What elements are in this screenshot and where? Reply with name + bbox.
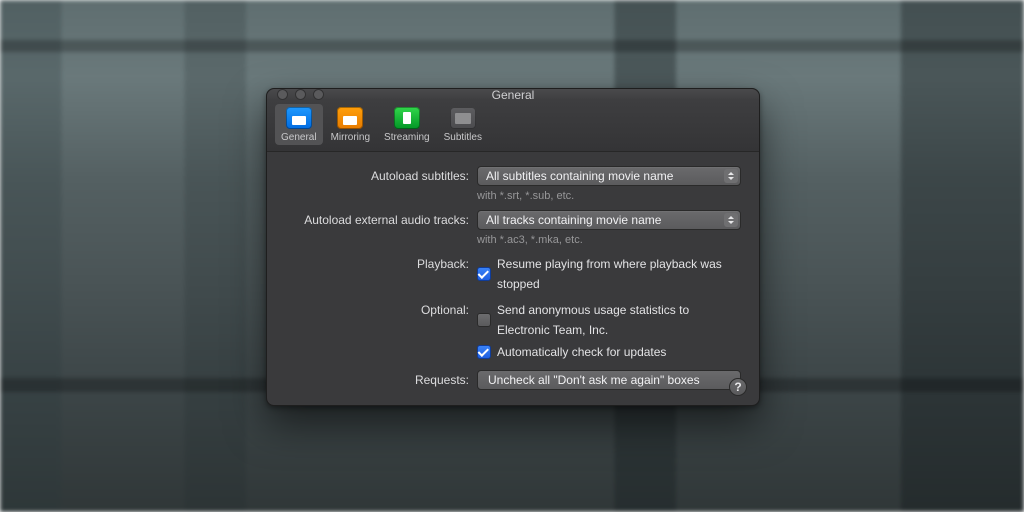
tab-streaming[interactable]: Streaming (378, 104, 436, 145)
send-stats-text: Send anonymous usage statistics to Elect… (497, 300, 741, 340)
tab-general-label: General (281, 132, 317, 143)
requests-label: Requests: (285, 370, 477, 390)
optional-label: Optional: (285, 300, 477, 320)
tab-subtitles[interactable]: Subtitles (438, 104, 488, 145)
general-icon (286, 107, 312, 129)
titlebar[interactable]: General (267, 89, 759, 100)
uncheck-all-button[interactable]: Uncheck all "Don't ask me again" boxes (477, 370, 741, 390)
checkbox-icon (477, 345, 491, 359)
autoload-audio-label: Autoload external audio tracks: (285, 210, 477, 230)
autoload-subtitles-popup[interactable]: All subtitles containing movie name (477, 166, 741, 186)
check-updates-text: Automatically check for updates (497, 342, 666, 362)
autoload-audio-hint: with *.ac3, *.mka, etc. (477, 232, 741, 252)
popup-arrows-icon (724, 169, 738, 183)
autoload-subtitles-label: Autoload subtitles: (285, 166, 477, 186)
tab-streaming-label: Streaming (384, 132, 430, 143)
preferences-toolbar: General Mirroring Streaming Subtitles (267, 100, 759, 152)
checkbox-icon (477, 313, 491, 327)
help-button[interactable]: ? (729, 378, 747, 396)
checkbox-icon (477, 267, 491, 281)
tab-general[interactable]: General (275, 104, 323, 145)
check-updates-checkbox[interactable]: Automatically check for updates (477, 342, 741, 362)
mirroring-icon (337, 107, 363, 129)
uncheck-all-button-label: Uncheck all "Don't ask me again" boxes (488, 373, 700, 387)
tab-mirroring-label: Mirroring (331, 132, 370, 143)
send-stats-checkbox[interactable]: Send anonymous usage statistics to Elect… (477, 300, 741, 340)
autoload-audio-value: All tracks containing movie name (486, 213, 661, 227)
popup-arrows-icon (724, 213, 738, 227)
tab-mirroring[interactable]: Mirroring (325, 104, 376, 145)
window-title: General (267, 84, 759, 106)
tab-subtitles-label: Subtitles (444, 132, 482, 143)
playback-label: Playback: (285, 254, 477, 274)
resume-playback-text: Resume playing from where playback was s… (497, 254, 741, 294)
resume-playback-checkbox[interactable]: Resume playing from where playback was s… (477, 254, 741, 294)
autoload-audio-popup[interactable]: All tracks containing movie name (477, 210, 741, 230)
preferences-content: Autoload subtitles: All subtitles contai… (267, 152, 759, 406)
streaming-icon (394, 107, 420, 129)
help-icon: ? (734, 380, 741, 394)
autoload-subtitles-hint: with *.srt, *.sub, etc. (477, 188, 741, 208)
autoload-subtitles-value: All subtitles containing movie name (486, 169, 673, 183)
subtitles-icon (450, 107, 476, 129)
preferences-window: General General Mirroring Streaming Subt… (266, 88, 760, 406)
